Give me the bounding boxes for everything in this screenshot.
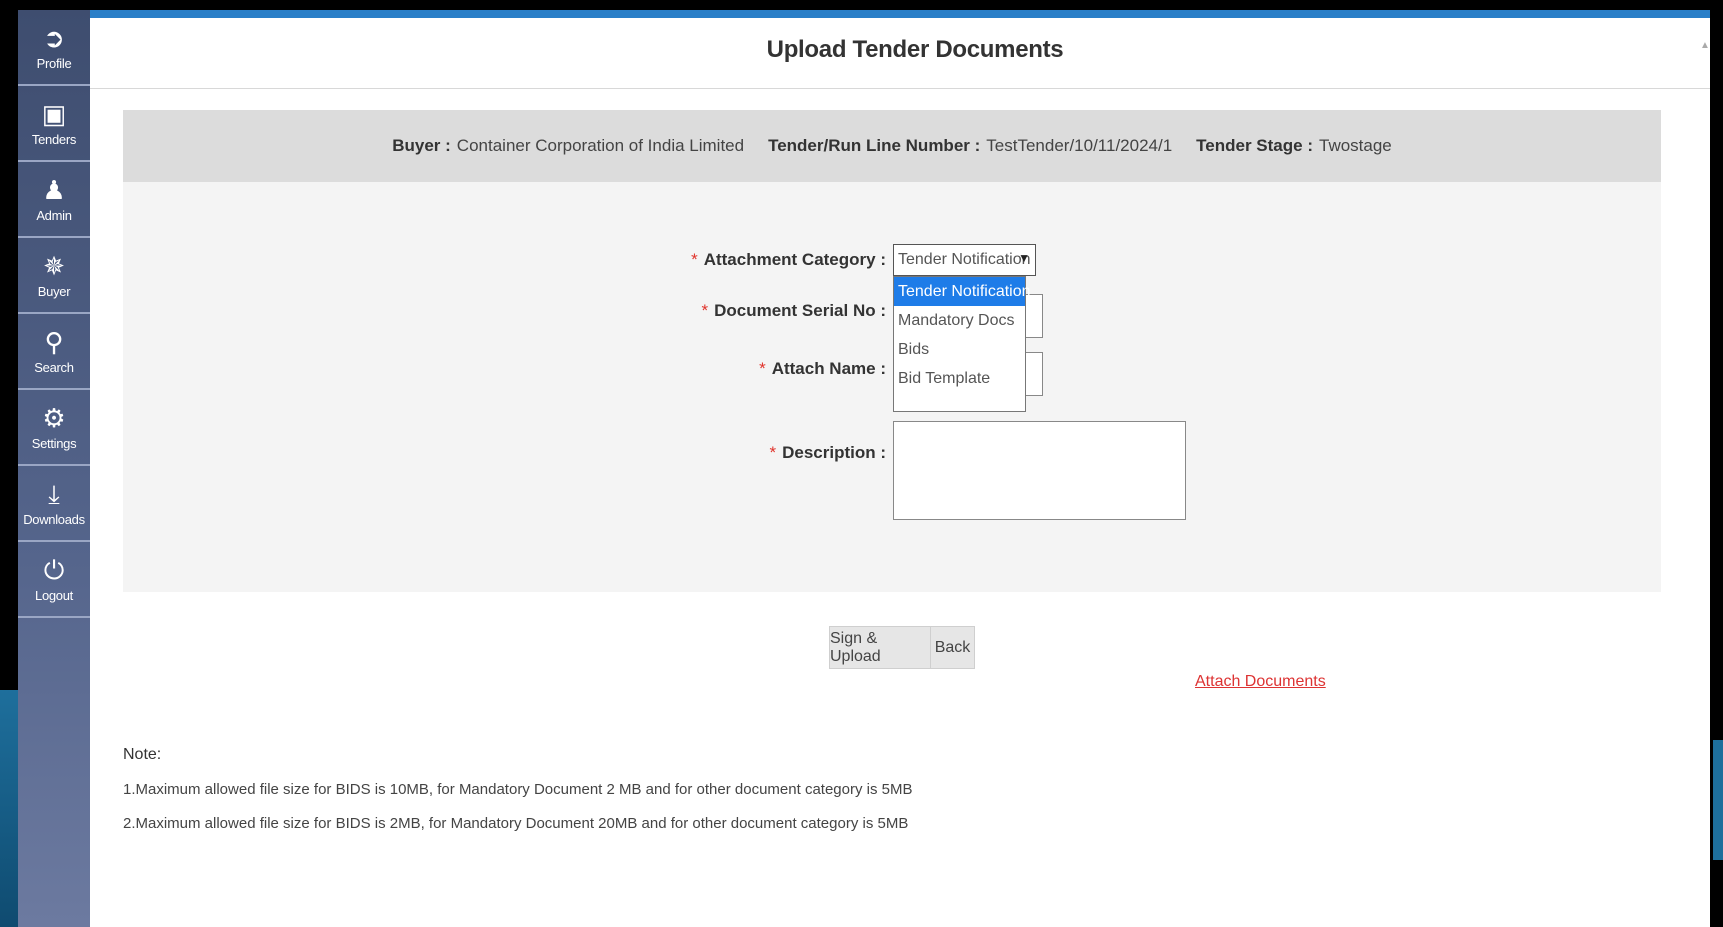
description-textarea[interactable]	[893, 421, 1186, 520]
option-mandatory-docs[interactable]: Mandatory Docs	[894, 306, 1025, 335]
gear-icon: ⚙	[42, 402, 66, 433]
description-label-row: * Description :	[769, 443, 886, 463]
sidebar-item-tenders[interactable]: ▣ Tenders	[18, 86, 90, 162]
attachment-category-dropdown: Tender Notification Mandatory Docs Bids …	[893, 276, 1031, 412]
sidebar-item-label: Settings	[31, 435, 77, 451]
buyer-info: Buyer : Container Corporation of India Li…	[392, 136, 744, 156]
tender-stage-value: Twostage	[1319, 136, 1392, 155]
document-serial-label-row: * Document Serial No :	[701, 301, 886, 321]
description-label: Description :	[782, 443, 886, 462]
sidebar-item-downloads[interactable]: ⤓ Downloads	[18, 466, 90, 542]
sidebar-item-label: Tenders	[31, 131, 77, 147]
profile-icon: ➲	[43, 22, 65, 53]
search-icon: ⚲	[44, 326, 64, 357]
top-accent-strip	[90, 10, 1710, 18]
tender-number-label: Tender/Run Line Number :	[768, 136, 981, 155]
main-content: Upload Tender Documents ▲ Buyer : Contain…	[90, 18, 1710, 927]
action-buttons: Sign & Upload Back	[829, 626, 975, 669]
note-line-1: 1.Maximum allowed file size for BIDS is …	[123, 781, 913, 798]
chevron-down-icon: ▼	[1018, 251, 1030, 265]
sidebar-item-label: Admin	[36, 207, 72, 223]
required-marker: *	[759, 359, 766, 378]
option-bids[interactable]: Bids	[894, 335, 1025, 364]
required-marker: *	[691, 250, 698, 269]
sidebar-item-label: Downloads	[23, 511, 85, 527]
download-icon: ⤓	[48, 478, 60, 509]
sidebar-item-label: Buyer	[37, 283, 71, 299]
note-title: Note:	[123, 746, 162, 763]
attach-documents-link[interactable]: Attach Documents	[1195, 673, 1326, 691]
sidebar-item-search[interactable]: ⚲ Search	[18, 314, 90, 390]
buyer-icon: ✵	[43, 250, 65, 281]
attachment-category-select[interactable]: Tender Notification ▼	[893, 244, 1036, 276]
upload-form-panel	[123, 182, 1661, 592]
attachment-category-label: Attachment Category :	[703, 250, 886, 269]
required-marker: *	[769, 443, 777, 462]
buyer-value: Container Corporation of India Limited	[456, 136, 745, 155]
frame-edge-left	[0, 690, 18, 927]
tender-number-value: TestTender/10/11/2024/1	[986, 136, 1173, 155]
tender-stage-label: Tender Stage :	[1196, 136, 1313, 155]
title-divider	[90, 88, 1710, 89]
app-window: ➲ Profile ▣ Tenders ♟ Admin ✵ Buyer ⚲ Se…	[18, 10, 1710, 927]
frame-edge-right	[1713, 740, 1723, 860]
sidebar-item-settings[interactable]: ⚙ Settings	[18, 390, 90, 466]
tender-stage-info: Tender Stage : Twostage	[1196, 136, 1392, 156]
tender-icon: ▣	[41, 98, 67, 129]
tender-info-bar: Buyer : Container Corporation of India Li…	[123, 110, 1661, 182]
scroll-up-arrow-icon[interactable]: ▲	[1700, 40, 1710, 54]
sign-upload-button[interactable]: Sign & Upload	[829, 626, 931, 669]
attach-name-label-row: * Attach Name :	[759, 359, 886, 379]
sidebar-item-label: Logout	[35, 587, 73, 603]
required-marker: *	[701, 301, 709, 320]
attach-name-label: Attach Name :	[771, 359, 886, 378]
note-line-2: 2.Maximum allowed file size for BIDS is …	[123, 815, 909, 832]
sidebar-item-admin[interactable]: ♟ Admin	[18, 162, 90, 238]
page-title: Upload Tender Documents	[766, 36, 1064, 63]
back-button[interactable]: Back	[931, 626, 975, 669]
tender-number-info: Tender/Run Line Number : TestTender/10/11…	[768, 136, 1172, 156]
option-bid-template[interactable]: Bid Template	[894, 364, 1025, 393]
admin-icon: ♟	[42, 174, 66, 205]
sidebar-item-profile[interactable]: ➲ Profile	[18, 10, 90, 86]
document-serial-label: Document Serial No :	[714, 301, 886, 320]
sidebar-item-label: Profile	[36, 55, 72, 71]
power-icon: ⏻	[43, 554, 65, 585]
attachment-category-label-row: * Attachment Category :	[691, 250, 886, 270]
option-tender-notification[interactable]: Tender Notification	[894, 277, 1031, 306]
buyer-label: Buyer :	[392, 136, 451, 155]
attachment-category-value: Tender Notification	[898, 251, 1031, 268]
sidebar-item-buyer[interactable]: ✵ Buyer	[18, 238, 90, 314]
sidebar-item-label: Search	[34, 359, 74, 375]
sidebar: ➲ Profile ▣ Tenders ♟ Admin ✵ Buyer ⚲ Se…	[18, 10, 90, 927]
sidebar-item-logout[interactable]: ⏻ Logout	[18, 542, 90, 618]
